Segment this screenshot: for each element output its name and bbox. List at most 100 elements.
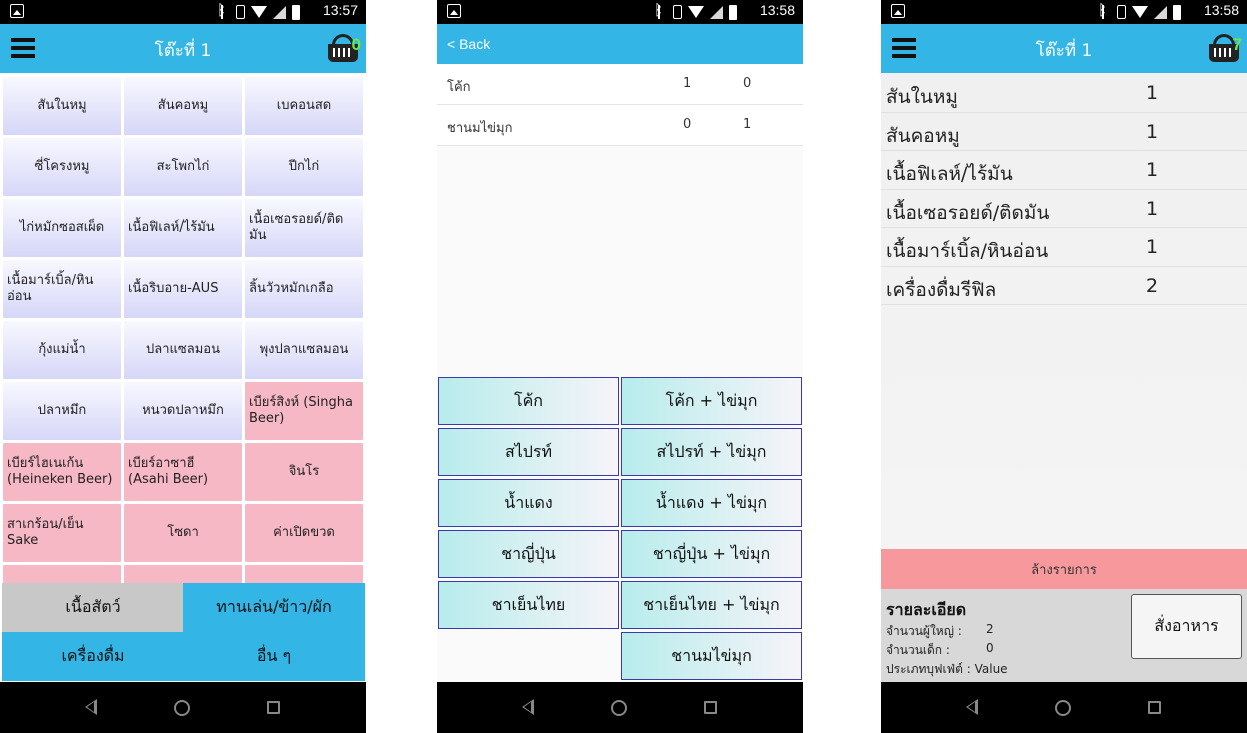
place-order-button[interactable]: สั่งอาหาร	[1131, 594, 1242, 659]
wifi-icon	[688, 6, 704, 18]
adults-label: จำนวนผู้ใหญ่ :	[886, 624, 962, 638]
menu-item-button[interactable]: กุ้งแม่น้ำ	[3, 321, 121, 379]
nav-home-icon[interactable]	[611, 700, 627, 716]
clear-items-button[interactable]: ล้างรายการ	[881, 549, 1247, 589]
tab-meat[interactable]: เนื้อสัตว์	[2, 583, 184, 632]
menu-item-button[interactable]: ปลาแซลมอน	[124, 321, 242, 379]
order-item-name: เนื้อเซอรอยด์/ติดมัน	[886, 201, 1050, 224]
drink-option-button[interactable]: น้ำแดง	[438, 479, 619, 527]
menu-item-button[interactable]: สันในหมู	[3, 77, 121, 135]
menu-item-button[interactable]: เนื้อเซอรอยด์/ติดมัน	[245, 199, 363, 257]
drink-option-button[interactable]: สไปรท์	[438, 428, 619, 476]
menu-item-button[interactable]: เบียร์อาซาฮี (Asahi Beer)	[124, 443, 242, 501]
order-item-name: เนื้อฟิเลห์/ไร้มัน	[886, 163, 1013, 185]
cart-button[interactable]: 0	[328, 34, 361, 64]
order-row[interactable]: เนื้อมาร์เบิ้ล/หินอ่อน 1	[881, 228, 1247, 267]
nav-recent-icon[interactable]	[704, 701, 717, 714]
tab-snacks[interactable]: ทานเล่น/ข้าว/ผัก	[183, 583, 365, 632]
page-title: โต๊ะที่ 1	[1035, 41, 1093, 61]
tab-others[interactable]: อื่น ๆ	[183, 632, 365, 681]
drink-option-button[interactable]: น้ำแดง + ไข่มุก	[621, 479, 802, 527]
battery-icon	[292, 4, 300, 20]
menu-item-button-partial[interactable]	[245, 565, 363, 583]
buffet-type: ประเภทบุฟเฟ่ต์ : Value	[886, 662, 1008, 676]
page-title: โต๊ะที่ 1	[154, 41, 212, 61]
back-button[interactable]: < Back	[447, 36, 490, 52]
order-item-qty: 1	[1146, 236, 1159, 258]
nav-back-icon[interactable]	[966, 699, 978, 715]
screen-drinks: 13:58 < Back โค้ก10ชานมไข่มุก01 โค้กโค้ก…	[437, 0, 803, 733]
battery-icon	[1173, 4, 1181, 20]
order-item-name: เครื่องดื่มรีฟิล	[886, 278, 997, 301]
vibrate-icon	[673, 5, 682, 19]
cart-count-badge: 7	[1232, 35, 1242, 54]
menu-item-button[interactable]: เบียร์สิงห์ (Singha Beer)	[245, 382, 363, 440]
image-notification-icon	[10, 4, 24, 18]
menu-item-button[interactable]: ลิ้นวัวหมักเกลือ	[245, 260, 363, 318]
menu-item-button[interactable]: ไก่หมักซอสเผ็ด	[3, 199, 121, 257]
menu-item-button[interactable]: เนื้อฟิเลห์/ไร้มัน	[124, 199, 242, 257]
drink-option-button[interactable]: โค้ก	[438, 377, 619, 425]
menu-item-button[interactable]: ซี่โครงหมู	[3, 138, 121, 196]
drink-qty-pearl: 0	[743, 76, 752, 91]
drink-option-button[interactable]: ชาญี่ปุ่น	[438, 530, 619, 578]
screen-order-summary: 13:58 โต๊ะที่ 1 7 สันในหมู1สันคอหมู1เนื้…	[881, 0, 1247, 733]
drink-option-button[interactable]: ชานมไข่มุก	[621, 632, 802, 680]
drink-option-button[interactable]: ชาเย็นไทย + ไข่มุก	[621, 581, 802, 629]
drink-option-button[interactable]: ชาญี่ปุ่น + ไข่มุก	[621, 530, 802, 578]
battery-icon	[729, 4, 737, 20]
nav-back-icon[interactable]	[522, 699, 534, 715]
nav-back-icon[interactable]	[85, 699, 97, 715]
menu-item-button[interactable]: ปลาหมึก	[3, 382, 121, 440]
drink-option-button[interactable]: สไปรท์ + ไข่มุก	[621, 428, 802, 476]
drink-option-button[interactable]: ชาเย็นไทย	[438, 581, 619, 629]
menu-item-button[interactable]: จินโร	[245, 443, 363, 501]
menu-item-button[interactable]: เบียร์ไฮเนเก้น (Heineken Beer)	[3, 443, 121, 501]
vibrate-icon	[1117, 5, 1126, 19]
order-item-name: สันคอหมู	[886, 124, 960, 147]
status-time: 13:58	[759, 2, 795, 18]
bluetooth-icon	[654, 1, 667, 19]
menu-item-button-partial[interactable]	[3, 565, 121, 583]
children-label: จำนวนเด็ก :	[886, 643, 950, 657]
order-row[interactable]: สันในหมู 1	[881, 74, 1247, 113]
menu-item-button[interactable]: สาเกร้อน/เย็น Sake	[3, 504, 121, 562]
menu-item-button[interactable]: เนื้อมาร์เบิ้ล/หินอ่อน	[3, 260, 121, 318]
drink-option-button[interactable]: โค้ก + ไข่มุก	[621, 377, 802, 425]
drink-qty-plain: 1	[683, 76, 692, 91]
nav-recent-icon[interactable]	[267, 701, 280, 714]
menu-item-button-partial[interactable]	[124, 565, 242, 583]
order-row[interactable]: สันคอหมู 1	[881, 113, 1247, 151]
bluetooth-icon	[217, 1, 230, 19]
menu-item-button[interactable]: เบคอนสด	[245, 77, 363, 135]
system-nav-bar	[881, 682, 1247, 733]
menu-item-button[interactable]: พุงปลาแซลมอน	[245, 321, 363, 379]
order-list: สันในหมู 1 สันคอหมู 1 เนื้อฟิเลห์/ไร้มัน 1 เนื…	[881, 74, 1247, 305]
adults-value: 2	[986, 622, 994, 636]
cart-button[interactable]: 7	[1209, 34, 1242, 64]
menu-item-button[interactable]: ค่าเปิดขวด	[245, 504, 363, 562]
order-row[interactable]: เครื่องดื่มรีฟิล 2	[881, 267, 1247, 305]
image-notification-icon	[447, 4, 461, 18]
signal-icon	[1154, 5, 1167, 19]
menu-item-button[interactable]: หนวดปลาหมึก	[124, 382, 242, 440]
order-row[interactable]: เนื้อเซอรอยด์/ติดมัน 1	[881, 190, 1247, 228]
order-row[interactable]: เนื้อฟิเลห์/ไร้มัน 1	[881, 151, 1247, 190]
drink-row[interactable]: ชานมไข่มุก 0 1	[437, 105, 803, 146]
menu-item-button[interactable]: สันคอหมู	[124, 77, 242, 135]
menu-item-button[interactable]: โซดา	[124, 504, 242, 562]
menu-item-button[interactable]: เนื้อริบอาย-AUS	[124, 260, 242, 318]
nav-home-icon[interactable]	[1055, 700, 1071, 716]
wifi-icon	[1132, 6, 1148, 18]
drink-row[interactable]: โค้ก 1 0	[437, 64, 803, 105]
tab-drinks[interactable]: เครื่องดื่ม	[2, 632, 184, 681]
details-heading: รายละเอียด	[886, 600, 967, 619]
nav-recent-icon[interactable]	[1148, 701, 1161, 714]
order-item-qty: 1	[1146, 120, 1159, 143]
menu-item-button[interactable]: สะโพกไก่	[124, 138, 242, 196]
menu-item-button[interactable]: ปีกไก่	[245, 138, 363, 196]
nav-home-icon[interactable]	[174, 700, 190, 716]
children-value: 0	[986, 641, 994, 655]
status-bar: 13:58	[437, 0, 803, 24]
menu-grid: สันในหมู สันคอหมู เบคอนสดซี่โครงหมู สะโพกไก…	[0, 73, 366, 583]
